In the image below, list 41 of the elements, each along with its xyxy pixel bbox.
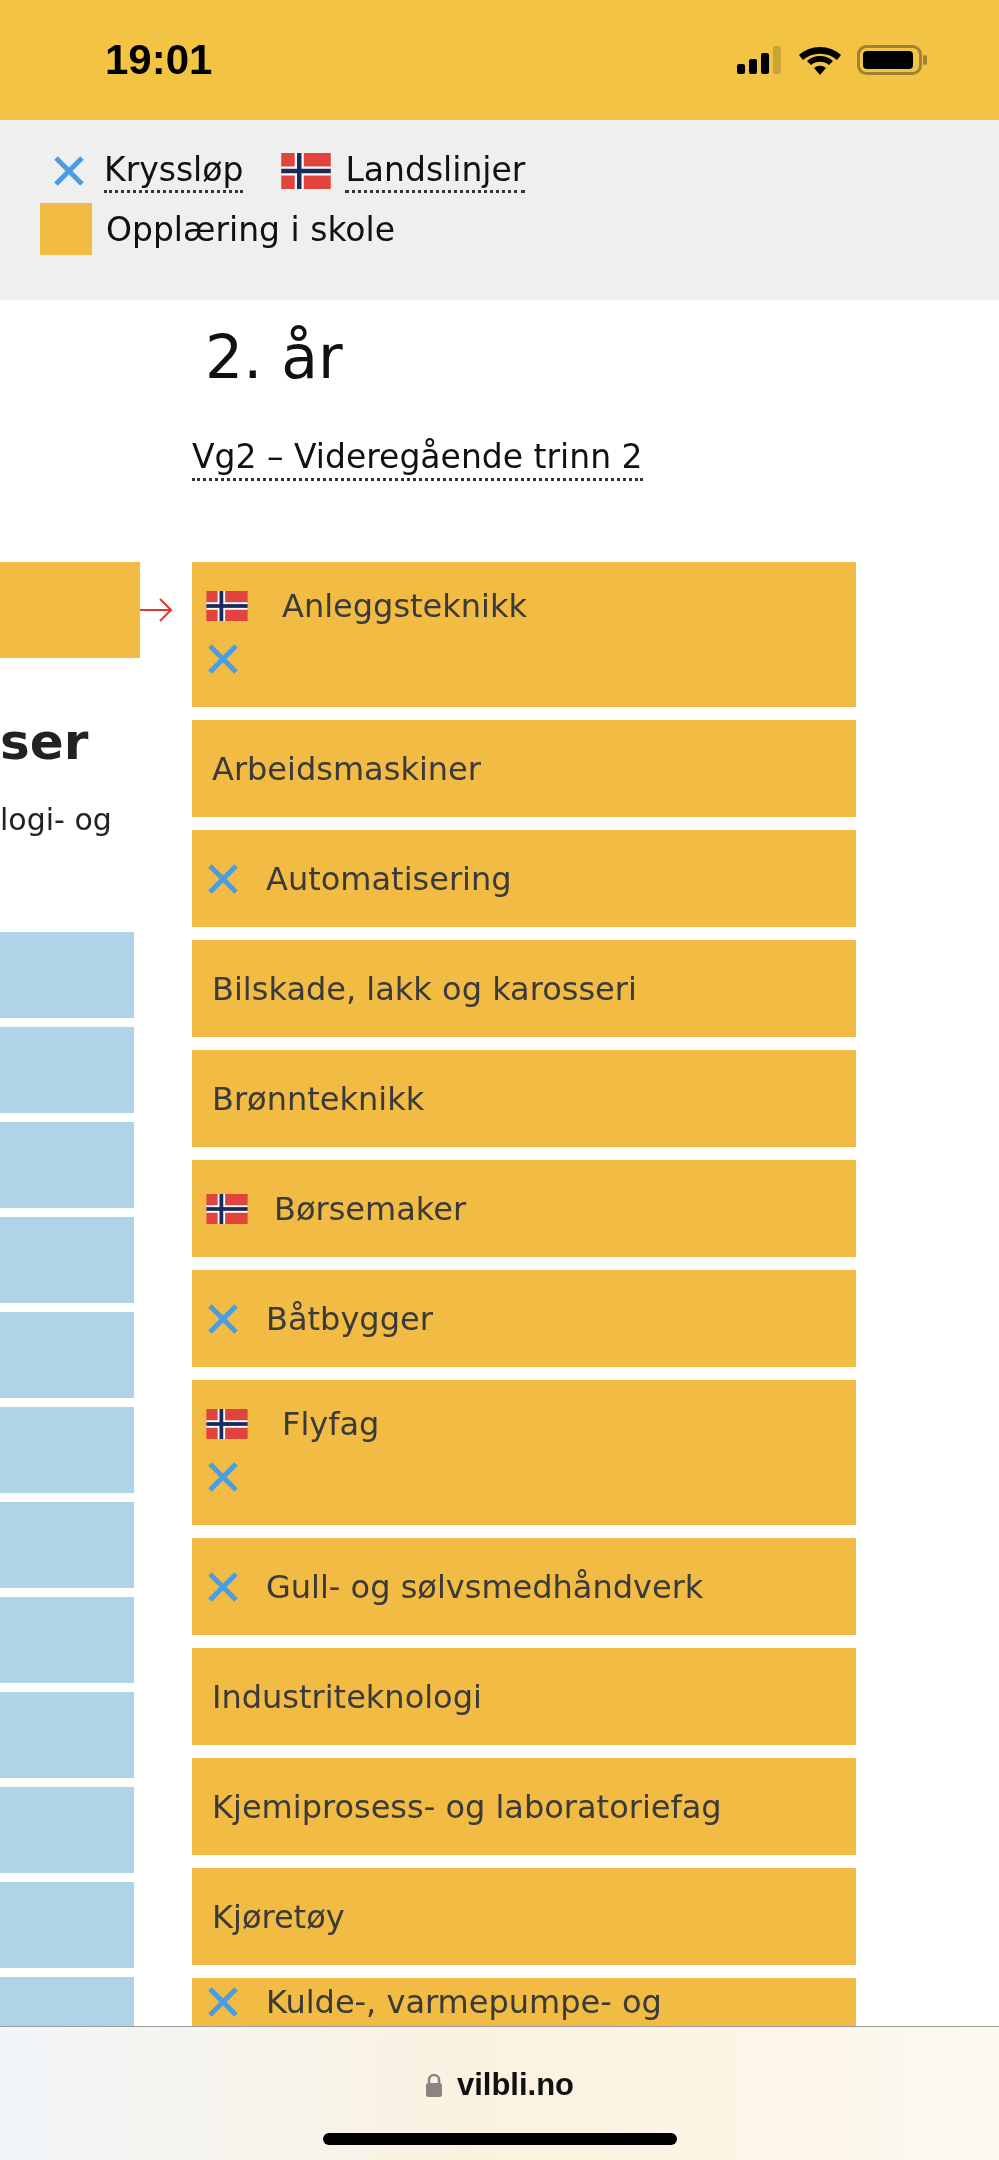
program-box[interactable] [0, 562, 140, 658]
program-item[interactable]: Flyfag [192, 1380, 856, 1525]
program-box[interactable] [0, 1502, 134, 1588]
program-box[interactable] [0, 1217, 134, 1303]
legend-link[interactable]: Kryssløp [104, 149, 244, 193]
wifi-icon [799, 45, 841, 75]
section-text: logi- og [0, 801, 113, 839]
program-item[interactable]: Industriteknologi [192, 1648, 856, 1745]
program-item[interactable]: Bilskade, lakk og karosseri [192, 940, 856, 1037]
program-box[interactable] [0, 1787, 134, 1873]
program-item[interactable]: Børsemaker [192, 1160, 856, 1257]
program-item[interactable]: Anleggsteknikk [192, 562, 856, 707]
legend-link[interactable]: Landslinjer [345, 149, 526, 193]
program-box[interactable] [0, 1882, 134, 1968]
program-item[interactable]: Kjemiprosess- og laboratoriefag [192, 1758, 856, 1855]
program-box[interactable] [0, 932, 134, 1018]
year-heading: 2. år [205, 321, 343, 394]
legend-label: Opplæring i skole [106, 209, 395, 249]
program-box[interactable] [0, 1692, 134, 1778]
program-box[interactable] [0, 1027, 134, 1113]
program-item[interactable]: Gull- og sølvsmedhåndverk [192, 1538, 856, 1635]
level-link[interactable]: Vg2 – Videregående trinn 2 [192, 436, 643, 481]
program-box[interactable] [0, 1407, 134, 1493]
section-heading: ser [0, 712, 90, 773]
program-item[interactable]: Brønnteknikk [192, 1050, 856, 1147]
lock-icon [424, 2073, 443, 2097]
flag-icon [281, 153, 332, 189]
program-item[interactable]: Kjøretøy [192, 1868, 856, 1965]
program-box[interactable] [0, 1122, 134, 1208]
program-item[interactable]: Arbeidsmaskiner [192, 720, 856, 817]
signal-icon [737, 46, 783, 74]
program-item[interactable]: Automatisering [192, 830, 856, 927]
program-item[interactable]: Kulde-, varmepumpe- og [192, 1978, 856, 2026]
clock-time: 19:01 [105, 36, 213, 84]
url-text[interactable]: vilbli.no [456, 2067, 575, 2103]
battery-icon [857, 45, 929, 75]
program-box[interactable] [0, 1977, 134, 2026]
cross-icon [52, 154, 86, 188]
program-box[interactable] [0, 1312, 134, 1398]
program-box[interactable] [0, 1597, 134, 1683]
program-item[interactable]: Båtbygger [192, 1270, 856, 1367]
